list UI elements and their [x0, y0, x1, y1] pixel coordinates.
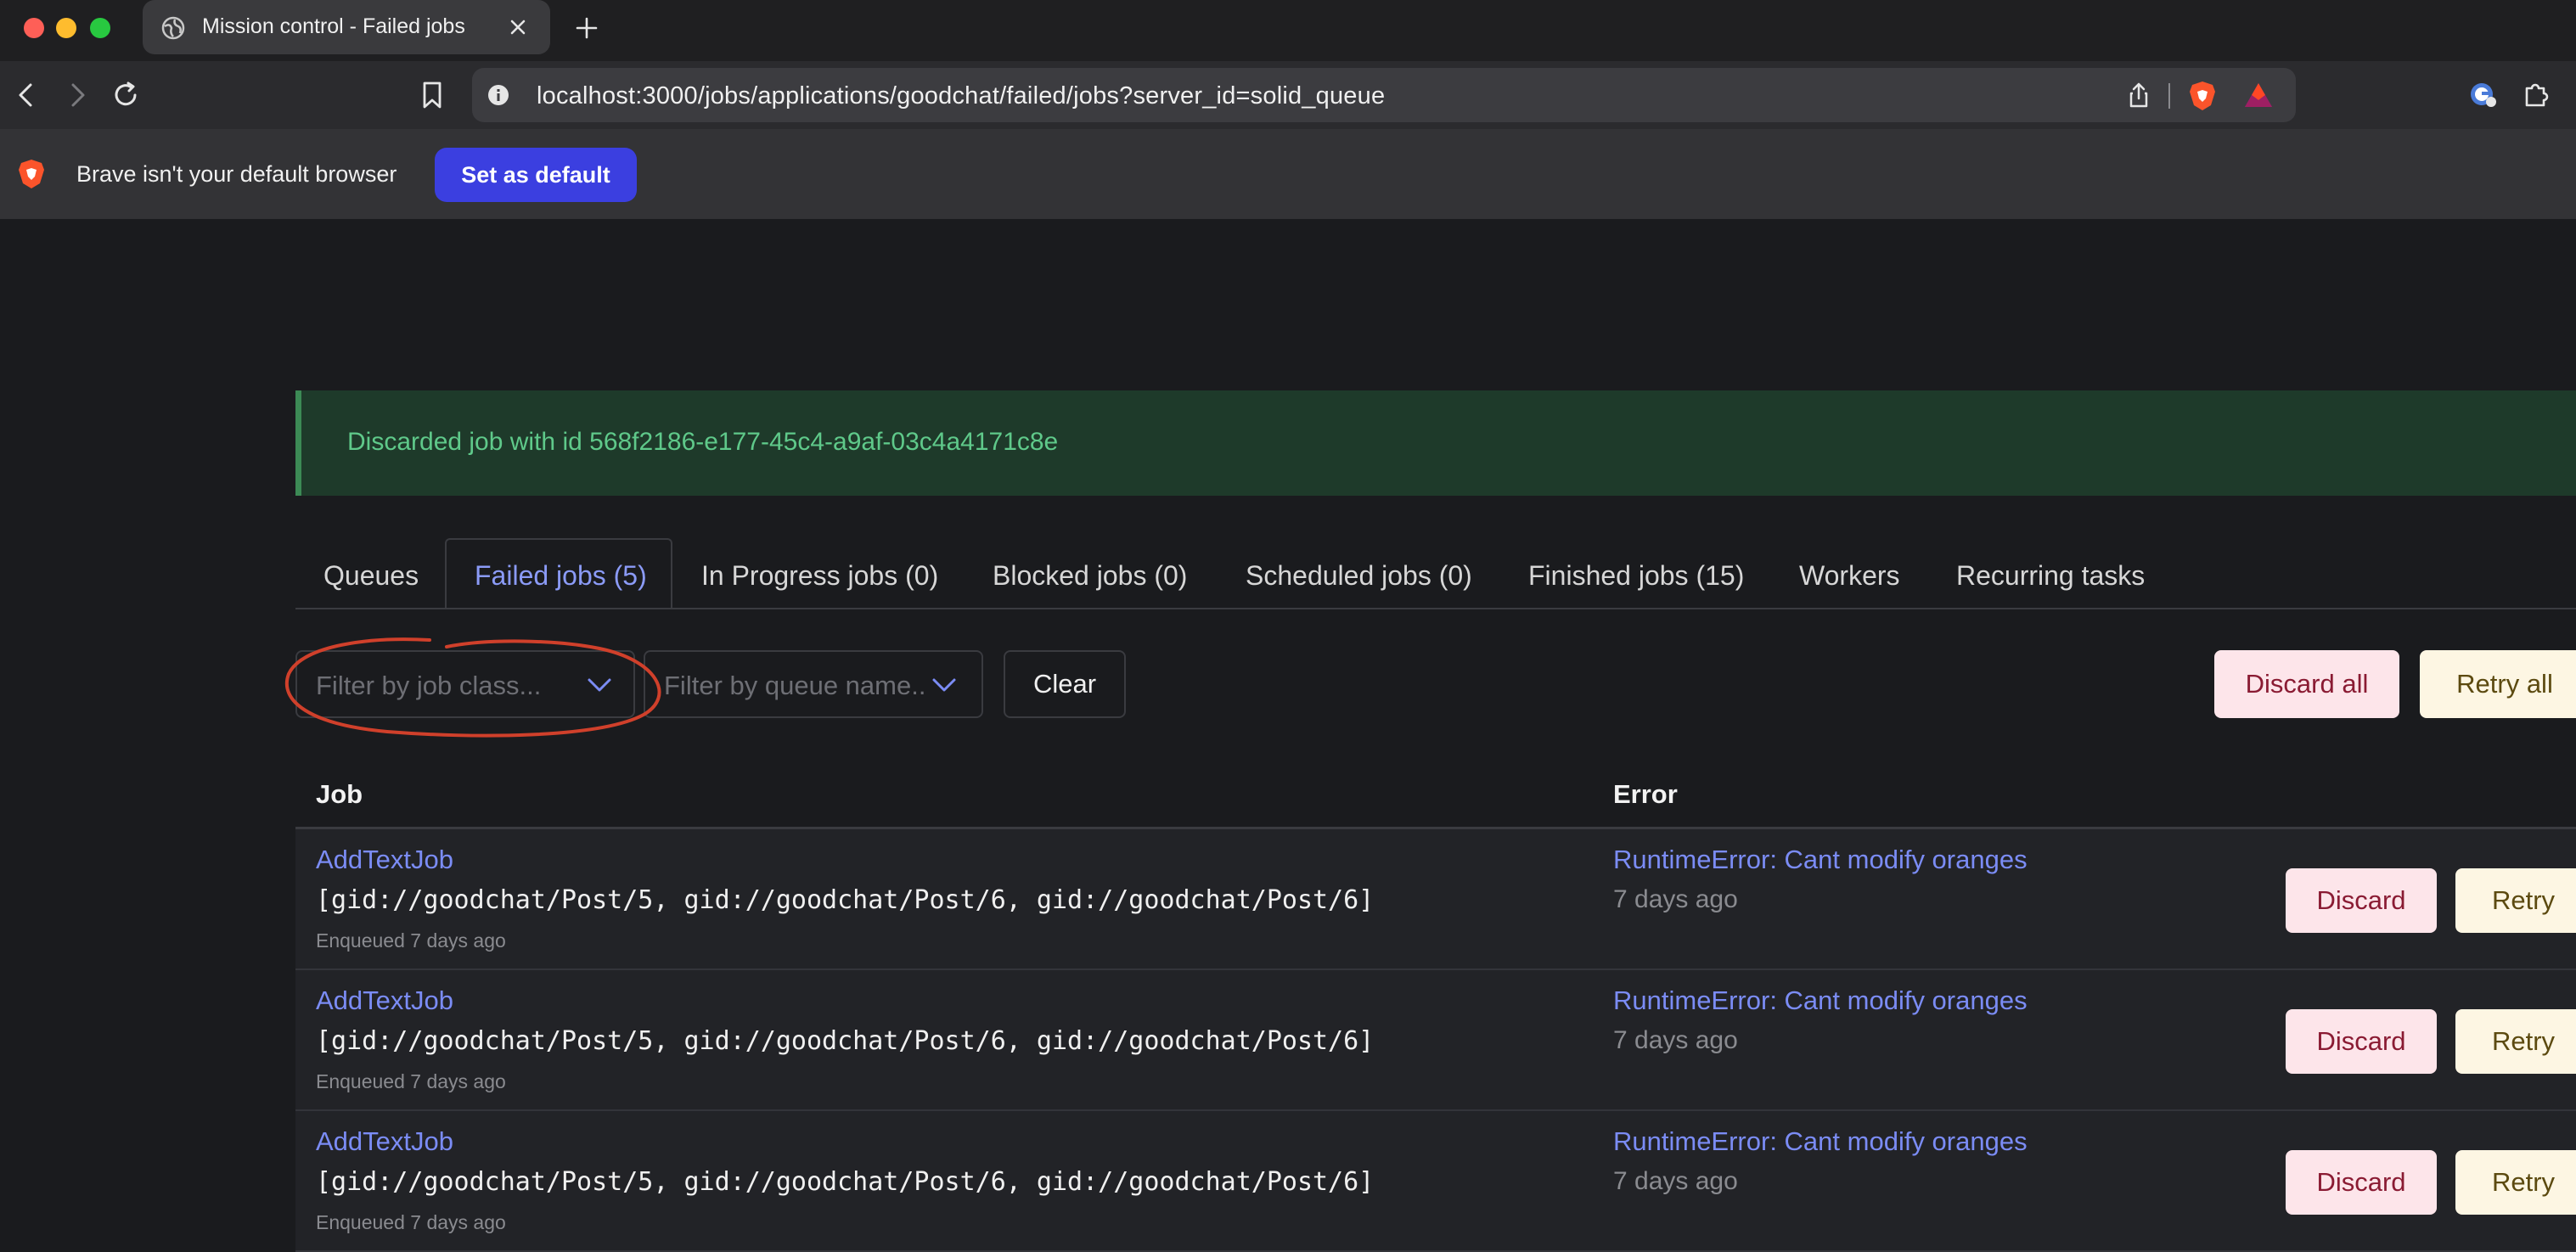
tab-recurring-tasks[interactable]: Recurring tasks	[1956, 560, 2145, 592]
site-info-icon[interactable]	[486, 82, 511, 108]
job-error-link[interactable]: RuntimeError: Cant modify oranges	[1613, 1126, 2028, 1157]
job-arguments: [gid://goodchat/Post/5, gid://goodchat/P…	[316, 885, 1375, 915]
extensions-puzzle-icon[interactable]	[2522, 78, 2552, 109]
flash-message: Discarded job with id 568f2186-e177-45c4…	[347, 428, 1059, 456]
brave-rewards-icon[interactable]	[2243, 81, 2274, 109]
job-error-link[interactable]: RuntimeError: Cant modify oranges	[1613, 985, 2028, 1016]
queue-name-filter-placeholder: Filter by queue name...	[664, 671, 927, 700]
chevron-down-icon	[931, 676, 958, 694]
job-enqueued-time: Enqueued 7 days ago	[316, 929, 506, 952]
job-class-link[interactable]: AddTextJob	[316, 845, 453, 875]
discard-all-button[interactable]: Discard all	[2214, 650, 2399, 718]
infobar-message: Brave isn't your default browser	[76, 161, 397, 187]
brave-shields-icon[interactable]	[2187, 80, 2218, 112]
job-failed-time: 7 days ago	[1613, 1026, 1738, 1054]
forward-arrow-icon[interactable]	[65, 81, 90, 109]
tab-finished-jobs[interactable]: Finished jobs (15)	[1528, 560, 1744, 592]
brave-lion-icon	[17, 158, 46, 190]
close-icon[interactable]	[508, 17, 528, 37]
retry-job-button[interactable]: Retry	[2455, 868, 2576, 933]
address-bar-divider	[2168, 83, 2170, 109]
job-failed-time: 7 days ago	[1613, 1167, 1738, 1195]
job-class-link[interactable]: AddTextJob	[316, 1126, 453, 1157]
globe-icon	[161, 16, 185, 40]
job-error-link[interactable]: RuntimeError: Cant modify oranges	[1613, 845, 2028, 875]
tab-blocked-jobs[interactable]: Blocked jobs (0)	[993, 560, 1187, 592]
retry-job-button[interactable]: Retry	[2455, 1150, 2576, 1215]
browser-toolbar: localhost:3000/jobs/applications/goodcha…	[0, 61, 2576, 129]
share-icon[interactable]	[2126, 81, 2151, 109]
job-failed-time: 7 days ago	[1613, 885, 1738, 913]
flash-notice: Discarded job with id 568f2186-e177-45c4…	[295, 390, 2576, 496]
table-row: AddTextJob [gid://goodchat/Post/5, gid:/…	[295, 970, 2576, 1111]
window-minimize-button[interactable]	[56, 18, 76, 38]
bookmark-icon[interactable]	[419, 80, 445, 110]
default-browser-infobar: Brave isn't your default browser Set as …	[0, 129, 2576, 219]
tabs-divider	[295, 608, 2576, 609]
tab-in-progress-jobs[interactable]: In Progress jobs (0)	[701, 560, 938, 592]
back-arrow-icon[interactable]	[14, 81, 39, 109]
table-row: AddTextJob [gid://goodchat/Post/5, gid:/…	[295, 1111, 2576, 1252]
annotation-circle	[284, 637, 661, 738]
job-arguments: [gid://goodchat/Post/5, gid://goodchat/P…	[316, 1026, 1375, 1056]
tab-queues[interactable]: Queues	[323, 560, 419, 592]
retry-job-button[interactable]: Retry	[2455, 1009, 2576, 1074]
job-enqueued-time: Enqueued 7 days ago	[316, 1211, 506, 1233]
discard-job-button[interactable]: Discard	[2286, 1009, 2437, 1074]
table-row: AddTextJob [gid://goodchat/Post/5, gid:/…	[295, 829, 2576, 970]
clear-filters-button[interactable]: Clear	[1004, 650, 1126, 718]
discard-job-button[interactable]: Discard	[2286, 868, 2437, 933]
reload-icon[interactable]	[110, 80, 141, 110]
url-text[interactable]: localhost:3000/jobs/applications/goodcha…	[537, 82, 1385, 110]
window-maximize-button[interactable]	[90, 18, 110, 38]
column-header-error: Error	[1613, 779, 1678, 809]
window-close-button[interactable]	[24, 18, 44, 38]
retry-all-button[interactable]: Retry all	[2420, 650, 2576, 718]
set-as-default-button[interactable]: Set as default	[435, 148, 637, 202]
browser-tab-active[interactable]: Mission control - Failed jobs	[143, 0, 550, 54]
tab-workers[interactable]: Workers	[1799, 560, 1900, 592]
browser-tab-title: Mission control - Failed jobs	[202, 14, 465, 38]
tab-scheduled-jobs[interactable]: Scheduled jobs (0)	[1246, 560, 1472, 592]
discard-job-button[interactable]: Discard	[2286, 1150, 2437, 1215]
tab-failed-jobs[interactable]: Failed jobs (5)	[475, 560, 647, 592]
address-bar[interactable]: localhost:3000/jobs/applications/goodcha…	[472, 68, 2296, 122]
job-arguments: [gid://goodchat/Post/5, gid://goodchat/P…	[316, 1167, 1375, 1197]
browser-tab-bar: Mission control - Failed jobs	[0, 0, 2576, 61]
job-enqueued-time: Enqueued 7 days ago	[316, 1070, 506, 1092]
extension-google-icon[interactable]	[2469, 80, 2498, 109]
queue-name-filter[interactable]: Filter by queue name...	[644, 650, 983, 718]
column-header-job: Job	[316, 779, 363, 809]
job-class-link[interactable]: AddTextJob	[316, 985, 453, 1016]
new-tab-icon[interactable]	[574, 15, 599, 41]
